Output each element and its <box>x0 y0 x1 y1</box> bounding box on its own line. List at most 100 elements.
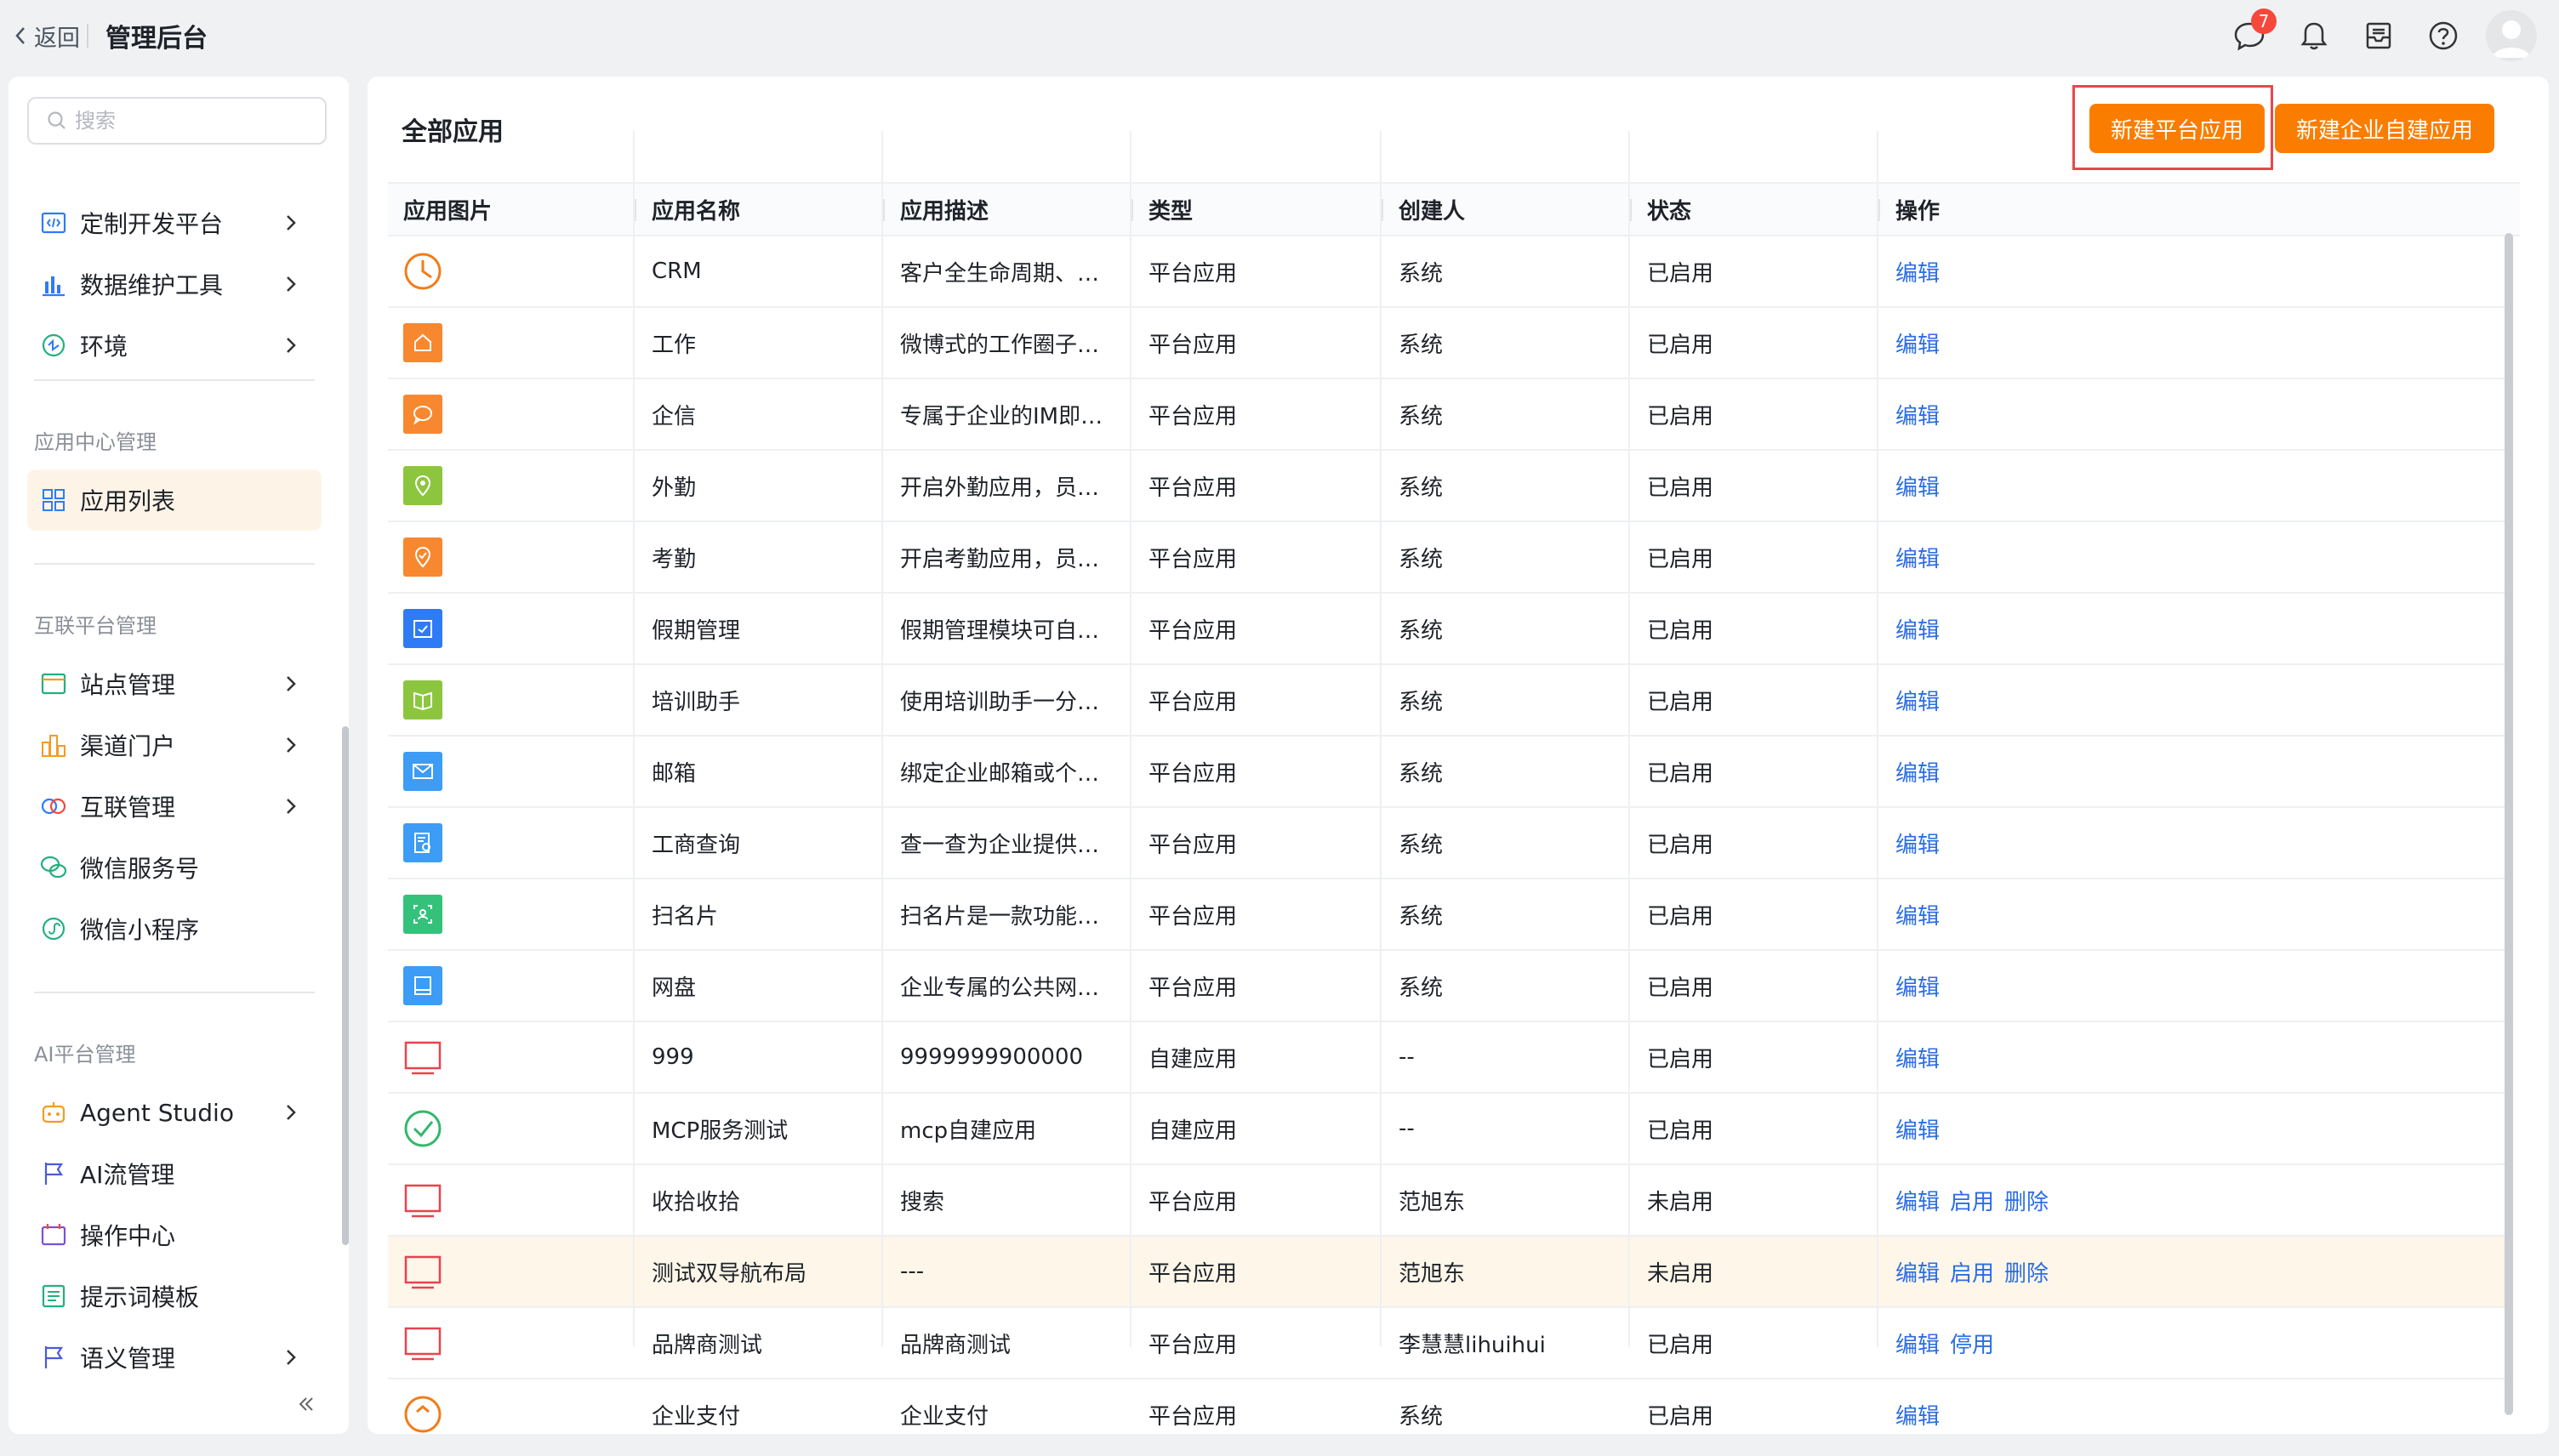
app-business-icon <box>403 823 442 862</box>
table-scrollbar[interactable] <box>2505 233 2513 1415</box>
cell-app-name: 外勤 <box>652 475 697 501</box>
action-link[interactable]: 编辑 <box>1895 470 1940 502</box>
sidebar-item-wechat-service[interactable]: 微信服务号 <box>27 837 322 898</box>
app-card-icon <box>403 895 442 934</box>
cell-creator: 系统 <box>1399 1403 1444 1430</box>
wechat-icon <box>39 853 68 882</box>
cell-app-desc: 微博式的工作圈子… <box>900 332 1100 358</box>
action-link[interactable]: 启用 <box>1950 1185 1994 1216</box>
cell-creator: 系统 <box>1399 546 1444 572</box>
cell-app-image <box>388 951 636 1021</box>
search-input[interactable] <box>75 109 313 133</box>
sidebar-item-label: 站点管理 <box>80 671 176 699</box>
cell-actions: 编辑 <box>1880 808 2476 878</box>
sidebar-scrollbar[interactable] <box>342 726 349 1245</box>
new-custom-app-button[interactable]: 新建企业自建应用 <box>2275 104 2494 153</box>
cell-app-desc: 专属于企业的IM即… <box>900 403 1103 429</box>
page-title: 全部应用 <box>402 117 504 147</box>
chevron-right-icon <box>287 1350 296 1365</box>
search-box[interactable] <box>27 97 327 145</box>
notification-badge: 7 <box>2251 9 2277 34</box>
channel-icon <box>39 731 68 759</box>
help-icon[interactable] <box>2426 19 2460 53</box>
cell-actions: 编辑 <box>1880 1022 2476 1092</box>
cell-status: 已启用 <box>1647 975 1714 1001</box>
cell-app-image <box>388 665 636 735</box>
chart-icon <box>39 270 68 299</box>
sidebar-item-app-list[interactable]: 应用列表 <box>27 469 322 531</box>
sidebar-item-interconnect[interactable]: 互联管理 <box>27 776 322 837</box>
action-link[interactable]: 编辑 <box>1895 685 1940 716</box>
sidebar-item-ai-flow[interactable]: AI流管理 <box>27 1143 322 1204</box>
sidebar-item-agent-studio[interactable]: Agent Studio <box>27 1082 322 1143</box>
cell-status: 已启用 <box>1647 1046 1714 1072</box>
cell-status: 已启用 <box>1647 1118 1714 1144</box>
action-link[interactable]: 编辑 <box>1895 256 1940 287</box>
cell-app-type: 自建应用 <box>1148 1118 1238 1144</box>
sidebar-item-label: 语义管理 <box>80 1345 176 1373</box>
action-link[interactable]: 编辑 <box>1895 1113 1940 1145</box>
cell-app-name: 工商查询 <box>652 832 741 858</box>
section-label-interconnect: 互联平台管理 <box>34 614 157 638</box>
new-platform-app-button[interactable]: 新建平台应用 <box>2089 104 2265 153</box>
app-check-icon <box>403 1109 442 1148</box>
inbox-icon[interactable] <box>2362 19 2396 53</box>
user-icon <box>2493 20 2530 58</box>
cell-app-name: 考勤 <box>652 546 697 572</box>
action-link[interactable]: 编辑 <box>1895 542 1940 573</box>
operation-icon <box>39 1220 68 1249</box>
sidebar-item-label: 环境 <box>80 333 128 361</box>
chevron-right-icon <box>287 737 296 753</box>
action-link[interactable]: 编辑 <box>1895 1042 1940 1073</box>
sidebar-item-channel[interactable]: 渠道门户 <box>27 714 322 776</box>
cell-app-image <box>388 737 636 806</box>
action-link[interactable]: 编辑 <box>1895 899 1940 930</box>
action-link[interactable]: 编辑 <box>1895 1328 1940 1359</box>
sidebar-item-environment[interactable]: 环境 <box>27 315 322 376</box>
column-line <box>633 131 635 1347</box>
chevron-right-icon <box>287 215 296 230</box>
action-link[interactable]: 编辑 <box>1895 756 1940 788</box>
sidebar-item-prompt-template[interactable]: 提示词模板 <box>27 1265 322 1327</box>
template-icon <box>39 1282 68 1311</box>
back-button[interactable]: 返回 <box>12 19 80 53</box>
sidebar-item-data-tools[interactable]: 数据维护工具 <box>27 253 322 315</box>
collapse-icon[interactable] <box>293 1391 318 1417</box>
action-link[interactable]: 启用 <box>1950 1256 1994 1288</box>
action-link[interactable]: 编辑 <box>1895 1256 1940 1288</box>
table-row: 企信 专属于企业的IM即… 平台应用 系统 已启用 编辑 <box>388 379 2506 451</box>
action-link[interactable]: 编辑 <box>1895 613 1940 645</box>
action-link[interactable]: 删除 <box>2004 1256 2049 1288</box>
table-row: 品牌商测试 品牌商测试 平台应用 李慧慧lihuihui 已启用 编辑 停用 <box>388 1308 2506 1379</box>
sidebar-item-custom-dev[interactable]: 定制开发平台 <box>27 192 322 253</box>
action-link[interactable]: 编辑 <box>1895 1399 1940 1430</box>
table-row: 培训助手 使用培训助手一分… 平台应用 系统 已启用 编辑 <box>388 665 2506 737</box>
action-link[interactable]: 编辑 <box>1895 828 1940 859</box>
cell-creator: -- <box>1399 1044 1415 1070</box>
section-label-ai: AI平台管理 <box>34 1043 136 1066</box>
sidebar-item-semantic[interactable]: 语义管理 <box>27 1327 322 1388</box>
action-link[interactable]: 编辑 <box>1895 970 1940 1002</box>
chevron-right-icon <box>287 799 296 814</box>
bell-icon[interactable] <box>2297 19 2331 53</box>
app-disk-icon <box>403 966 442 1005</box>
sidebar-item-operation-center[interactable]: 操作中心 <box>27 1204 322 1265</box>
cell-creator: 范旭东 <box>1399 1260 1466 1287</box>
app-im-icon <box>403 395 442 434</box>
sidebar-item-label: 互联管理 <box>80 793 176 822</box>
cell-app-type: 平台应用 <box>1148 975 1238 1001</box>
action-link[interactable]: 停用 <box>1950 1328 1994 1359</box>
cell-app-name: 网盘 <box>652 975 697 1001</box>
action-link[interactable]: 编辑 <box>1895 327 1940 359</box>
cell-status: 已启用 <box>1647 617 1714 644</box>
cell-status: 已启用 <box>1647 832 1714 858</box>
cell-status: 已启用 <box>1647 403 1714 429</box>
action-link[interactable]: 编辑 <box>1895 1185 1940 1216</box>
table-row: 工商查询 查一查为企业提供… 平台应用 系统 已启用 编辑 <box>388 808 2506 879</box>
sidebar-item-site[interactable]: 站点管理 <box>27 653 322 714</box>
action-link[interactable]: 删除 <box>2004 1185 2049 1216</box>
action-link[interactable]: 编辑 <box>1895 399 1940 430</box>
cell-status: 已启用 <box>1647 903 1714 930</box>
sidebar-item-wechat-miniprogram[interactable]: 微信小程序 <box>27 898 322 959</box>
avatar[interactable] <box>2486 10 2537 61</box>
